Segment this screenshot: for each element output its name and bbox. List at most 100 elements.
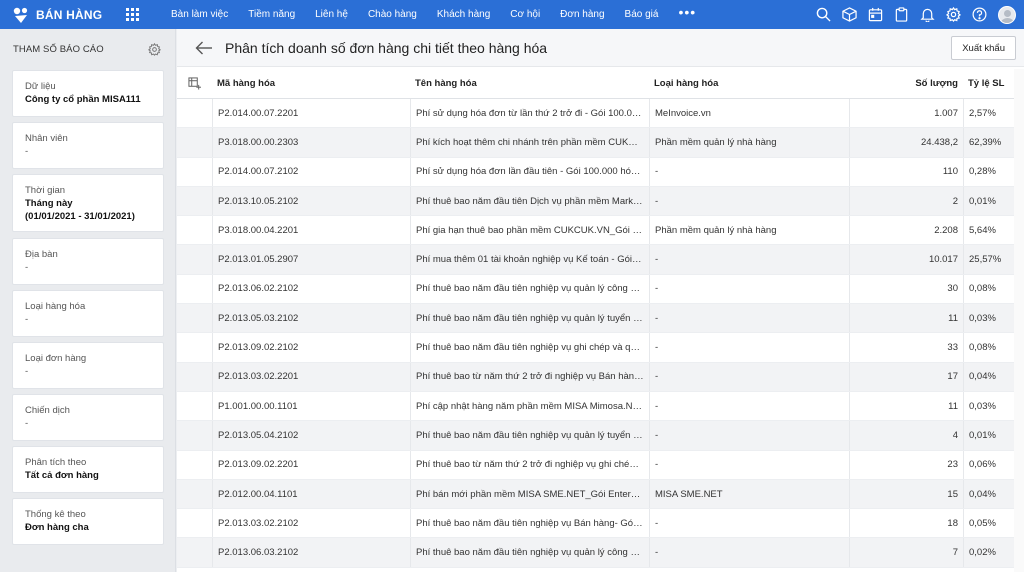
table-row[interactable]: P2.013.05.04.2102 Phí thuê bao năm đầu ti… [177, 421, 1024, 451]
top-icons [810, 0, 1016, 29]
cell-name-text: Phí thuê bao năm đầu tiên nghiệp vụ Bán … [416, 517, 644, 529]
param-employee[interactable]: Nhân viên - [12, 122, 164, 169]
table-row[interactable]: P2.013.03.02.2201 Phí thuê bao từ năm thứ… [177, 362, 1024, 392]
cell-name: Phí cập nhật hàng năm phần mềm MISA Mimo… [410, 391, 649, 421]
bell-icon[interactable] [914, 0, 940, 29]
gear-icon[interactable] [940, 0, 966, 29]
cell-type-text: - [655, 166, 659, 178]
row-selector [177, 128, 212, 156]
table-row[interactable]: P2.014.00.07.2201 Phí sử dụng hóa đơn từ … [177, 99, 1024, 129]
row-selector [177, 451, 212, 479]
param-statistic-by[interactable]: Thống kê theo Đơn hàng cha [12, 498, 164, 545]
cell-name: Phí thuê bao từ năm thứ 2 trở đi nghiệp … [410, 450, 649, 479]
table-row[interactable]: P2.013.10.05.2102 Phí thuê bao năm đầu ti… [177, 186, 1024, 217]
col-header-type[interactable]: Loại hàng hóa [649, 69, 849, 98]
cell-type: Phần mềm quản lý nhà hàng [649, 216, 849, 245]
cell-type-text: MeInvoice.vn [655, 107, 711, 119]
table-row[interactable]: P2.012.00.04.1101 Phí bán mới phần mềm MI… [177, 479, 1024, 510]
table-row[interactable]: P2.013.03.02.2102 Phí thuê bao năm đầu ti… [177, 509, 1024, 539]
cell-quantity: 30 [849, 274, 963, 304]
table-row[interactable]: P2.014.00.07.2102 Phí sử dụng hóa đơn lần… [177, 157, 1024, 187]
cell-quantity: 4 [849, 421, 963, 450]
param-data[interactable]: Dữ liệu Công ty cổ phần MISA111 [12, 70, 164, 117]
cube-icon[interactable] [836, 0, 862, 29]
cell-type-text: Phần mềm quản lý nhà hàng [655, 136, 777, 148]
cell-name: Phí thuê bao năm đầu tiên nghiệp vụ quản… [410, 274, 649, 304]
nav-item-customers[interactable]: Khách hàng [427, 9, 500, 20]
table-row[interactable]: P2.013.01.05.2907 Phí mua thêm 01 tài kho… [177, 245, 1024, 275]
brand[interactable]: BÁN HÀNG [0, 6, 163, 24]
param-value: - [25, 146, 29, 157]
cell-type-text: - [655, 459, 659, 471]
param-value: Công ty cổ phần MISA111 [25, 94, 141, 105]
cell-type: MeInvoice.vn [649, 99, 849, 128]
cell-name-text: Phí thuê bao từ năm thứ 2 trở đi nghiệp … [416, 371, 644, 383]
table-row[interactable]: P2.013.05.03.2102 Phí thuê bao năm đầu ti… [177, 304, 1024, 334]
col-header-name[interactable]: Tên hàng hóa [410, 69, 649, 98]
table-row[interactable]: P3.018.00.00.2303 Phí kích hoạt thêm chi … [177, 128, 1024, 158]
cell-code: P2.013.01.05.2907 [212, 245, 410, 274]
search-icon[interactable] [810, 0, 836, 29]
table-row[interactable]: P2.013.09.02.2201 Phí thuê bao từ năm thứ… [177, 450, 1024, 480]
cell-type: - [649, 333, 849, 362]
param-value: - [25, 418, 29, 429]
param-value: Tháng này [25, 198, 73, 209]
cell-code: P3.018.00.04.2201 [212, 216, 410, 245]
column-chooser[interactable] [177, 69, 212, 98]
cell-ratio-text: 0,02% [969, 547, 996, 559]
cell-quantity-text: 15 [947, 488, 958, 500]
param-label: Chiến dịch [25, 405, 70, 416]
cell-code: P3.018.00.00.2303 [212, 128, 410, 157]
param-area[interactable]: Địa bàn - [12, 238, 164, 285]
param-campaign[interactable]: Chiến dịch - [12, 394, 164, 441]
table-row[interactable]: P3.018.00.04.2201 Phí gia hạn thuê bao ph… [177, 216, 1024, 246]
top-navigation-bar: BÁN HÀNG Bàn làm việc Tiềm năng Liên hệ … [0, 0, 1024, 29]
avatar[interactable] [998, 5, 1016, 24]
nav-item-contacts[interactable]: Liên hệ [305, 9, 358, 20]
cell-code: P2.013.09.02.2201 [212, 450, 410, 479]
cell-code-text: P2.013.01.05.2907 [218, 254, 299, 266]
calendar-icon[interactable] [862, 0, 888, 29]
nav-item-opportunities[interactable]: Cơ hội [500, 9, 550, 20]
cell-code: P2.014.00.07.2201 [212, 99, 410, 128]
row-selector [177, 421, 212, 449]
vertical-scrollbar[interactable] [1014, 69, 1024, 572]
param-value: Đơn hàng cha [25, 522, 89, 533]
apps-grid-icon[interactable] [126, 8, 140, 21]
cell-code-text: P2.014.00.07.2102 [218, 166, 299, 178]
nav-item-quotes[interactable]: Báo giá [615, 9, 669, 20]
col-header-code[interactable]: Mã hàng hóa [212, 69, 410, 98]
help-icon[interactable] [966, 0, 992, 29]
table-row[interactable]: P2.013.06.02.2102 Phí thuê bao năm đầu ti… [177, 274, 1024, 305]
export-button[interactable]: Xuất khẩu [951, 36, 1016, 60]
report-table: Mã hàng hóa Tên hàng hóa Loại hàng hóa S… [177, 69, 1024, 568]
cell-name-text: Phí bán mới phần mềm MISA SME.NET_Gói En… [416, 488, 644, 500]
param-value-range: (01/01/2021 - 31/01/2021) [25, 211, 135, 222]
table-row[interactable]: P2.013.06.03.2102 Phí thuê bao năm đầu ti… [177, 538, 1024, 568]
nav-item-leads[interactable]: Tiềm năng [238, 9, 305, 20]
back-arrow-icon[interactable] [195, 41, 213, 55]
param-time[interactable]: Thời gian Tháng này (01/01/2021 - 31/01/… [12, 174, 164, 232]
cell-quantity: 7 [849, 538, 963, 567]
cell-code-text: P2.012.00.04.1101 [218, 488, 298, 500]
cell-ratio-text: 0,08% [969, 342, 996, 354]
cell-code: P2.013.09.02.2102 [212, 333, 410, 362]
param-label: Phân tích theo [25, 457, 87, 468]
param-order-type[interactable]: Loại đơn hàng - [12, 342, 164, 389]
param-product-type[interactable]: Loại hàng hóa - [12, 290, 164, 337]
clipboard-icon[interactable] [888, 0, 914, 29]
row-selector [177, 245, 212, 273]
table-row[interactable]: P1.001.00.00.1101 Phí cập nhật hàng năm p… [177, 391, 1024, 422]
param-analyze-by[interactable]: Phân tích theo Tất cả đơn hàng [12, 446, 164, 493]
table-row[interactable]: P2.013.09.02.2102 Phí thuê bao năm đầu ti… [177, 333, 1024, 363]
settings-gear-icon[interactable] [148, 42, 161, 56]
col-header-quantity[interactable]: Số lượng [849, 69, 963, 98]
param-label: Địa bàn [25, 249, 58, 260]
cell-name: Phí mua thêm 01 tài khoản nghiệp vụ Kế t… [410, 245, 649, 274]
column-settings-icon[interactable] [188, 77, 201, 90]
param-label: Loại hàng hóa [25, 301, 86, 312]
nav-item-offers[interactable]: Chào hàng [358, 9, 427, 20]
nav-item-orders[interactable]: Đơn hàng [550, 9, 614, 20]
nav-item-workspace[interactable]: Bàn làm việc [161, 9, 238, 20]
nav-more-button[interactable]: ••• [668, 5, 706, 19]
